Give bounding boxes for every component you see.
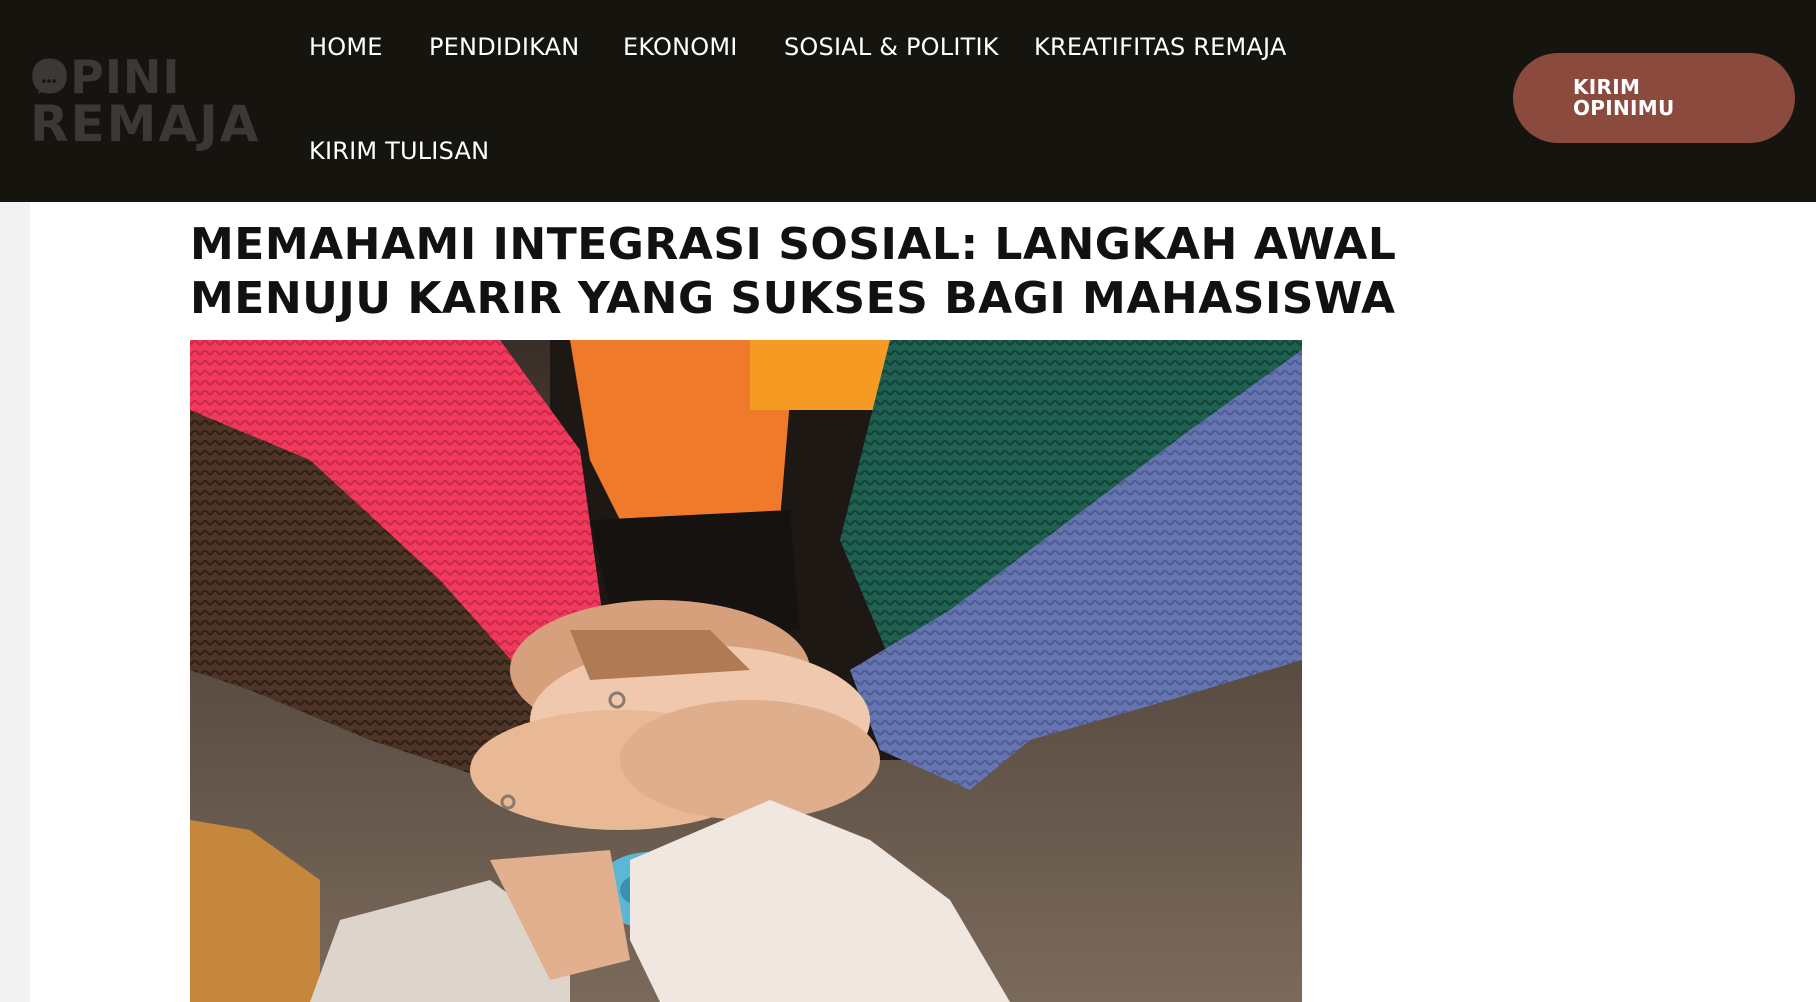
hands-together-illustration bbox=[190, 340, 1302, 1002]
kirim-opinimu-button[interactable]: KIRIM OPINIMU bbox=[1513, 53, 1795, 143]
logo-text-bottom: REMAJA bbox=[30, 95, 261, 153]
nav-ekonomi[interactable]: EKONOMI bbox=[623, 33, 738, 61]
article-title: MEMAHAMI INTEGRASI SOSIAL: LANGKAH AWAL … bbox=[190, 219, 1397, 324]
nav-kirim-tulisan[interactable]: KIRIM TULISAN bbox=[309, 137, 489, 165]
cta-label: KIRIM OPINIMU bbox=[1573, 75, 1675, 120]
site-logo[interactable]: OPINI REMAJA bbox=[30, 54, 258, 150]
nav-pendidikan[interactable]: PENDIDIKAN bbox=[429, 33, 579, 61]
speech-pin-icon bbox=[36, 63, 64, 94]
article-hero-image bbox=[190, 340, 1302, 1002]
nav-home[interactable]: HOME bbox=[309, 33, 383, 61]
nav-kreatifitas-remaja[interactable]: KREATIFITAS REMAJA bbox=[1034, 33, 1286, 61]
site-header: OPINI REMAJA HOME PENDIDIKAN EKONOMI SOS… bbox=[0, 0, 1816, 202]
nav-sosial-politik[interactable]: SOSIAL & POLITIK bbox=[784, 33, 999, 61]
